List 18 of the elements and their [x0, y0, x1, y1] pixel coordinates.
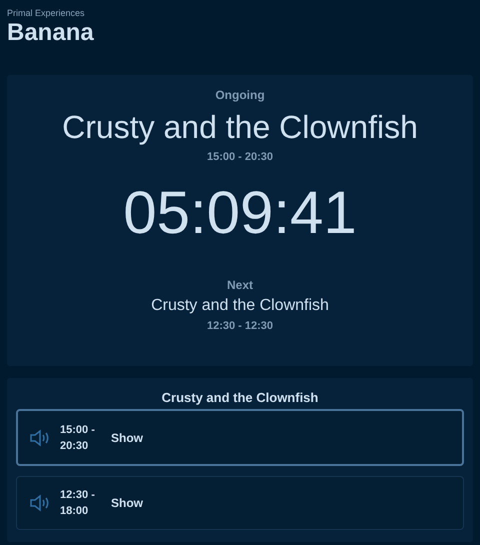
schedule-item[interactable]: 12:30 - 18:00 Show	[16, 476, 464, 530]
countdown: 05:09:41	[123, 178, 357, 248]
item-time: 15:00 - 20:30	[60, 422, 96, 454]
event-time: 15:00 - 20:30	[206, 150, 274, 165]
page-title: Banana	[7, 18, 95, 48]
next-event-name: Crusty and the Clownfish	[151, 296, 329, 316]
next-label: Next	[226, 276, 253, 294]
item-label: Show	[111, 430, 143, 446]
organization-name: Primal Experiences	[7, 9, 86, 18]
speaker-icon	[29, 494, 51, 512]
event-name: Crusty and the Clownfish	[62, 108, 418, 147]
status-label: Ongoing	[215, 87, 265, 104]
item-time: 12:30 - 18:00	[60, 488, 96, 519]
item-label: Show	[111, 495, 143, 512]
next-event-time: 12:30 - 12:30	[206, 318, 274, 334]
schedule-title: Crusty and the Clownfish	[160, 390, 320, 406]
schedule-item[interactable]: 15:00 - 20:30 Show	[16, 409, 464, 466]
speaker-icon	[29, 428, 51, 446]
